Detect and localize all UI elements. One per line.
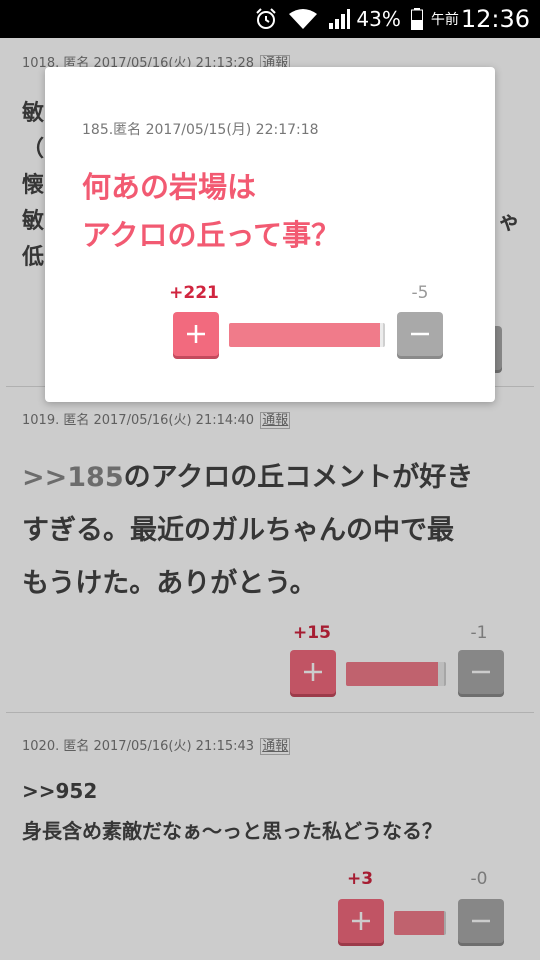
popup-meta: 185.匿名 2017/05/15(月) 22:17:18	[82, 122, 319, 138]
minus-button[interactable]	[397, 312, 443, 356]
anchor-popup: 185.匿名 2017/05/15(月) 22:17:18 何あの岩場は アクロ…	[45, 67, 495, 402]
popup-line: 何あの岩場は	[82, 170, 257, 204]
popup-line: アクロの丘って事？	[82, 218, 341, 252]
alarm-clock-icon	[254, 7, 278, 31]
battery-percent: 43%	[356, 7, 401, 31]
battery-icon	[410, 8, 423, 30]
popup-body: 何あの岩場は アクロの丘って事？	[82, 163, 472, 259]
minus-icon	[411, 332, 429, 336]
plus-button[interactable]	[173, 312, 219, 356]
status-time: 12:36	[460, 5, 530, 33]
plus-icon	[187, 325, 205, 343]
plus-count: +221	[169, 283, 219, 303]
status-bar: 43% 午前 12:36	[0, 0, 540, 38]
vote-bar-fill	[229, 323, 380, 347]
vote-bar	[229, 323, 385, 347]
status-ampm: 午前	[430, 12, 459, 28]
wifi-icon	[288, 8, 318, 30]
minus-count: -5	[411, 283, 429, 303]
cellular-signal-icon	[328, 8, 351, 30]
